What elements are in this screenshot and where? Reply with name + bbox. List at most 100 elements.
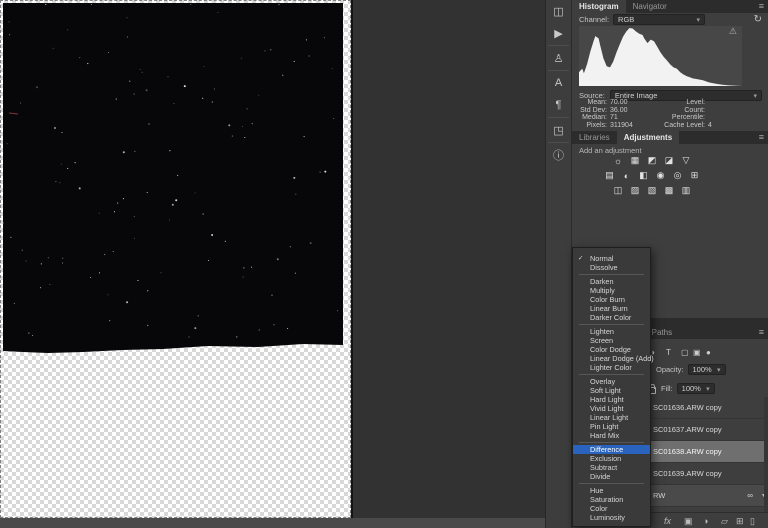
adjustment-layer-icon[interactable]: ◑ — [703, 515, 708, 527]
refresh-icon[interactable]: ↻ — [754, 14, 762, 25]
menu-item-hue[interactable]: Hue — [573, 486, 650, 495]
divider — [548, 142, 569, 143]
fill-select[interactable]: 100% ▾ — [676, 383, 715, 394]
paragraph-panel-icon[interactable]: ¶ — [546, 94, 571, 116]
3d-panel-icon[interactable]: ◳ — [546, 119, 571, 141]
menu-item-dissolve[interactable]: Dissolve — [573, 263, 650, 272]
stat-label: Mean: — [587, 99, 607, 106]
menu-item-difference[interactable]: Difference — [573, 445, 650, 454]
hue-saturation-icon[interactable]: ▤ — [604, 170, 616, 182]
selective-color-icon[interactable]: ▩ — [663, 185, 675, 197]
black-white-icon[interactable]: ◧ — [638, 170, 650, 182]
menu-item-exclusion[interactable]: Exclusion — [573, 454, 650, 463]
tool-presets-icon[interactable]: ◫ — [546, 0, 571, 22]
adjustment-icons: ☼ ▦ ◩ ◪ ▽ ▤ ◐ ◧ ◉ ◎ ⊞ ◫ ▨ ▧ ▩ ▥ — [572, 153, 732, 198]
menu-item-luminosity[interactable]: Luminosity — [573, 513, 650, 522]
color-balance-icon[interactable]: ◐ — [621, 170, 633, 182]
channel-mixer-icon[interactable]: ◎ — [672, 170, 684, 182]
document-canvas[interactable] — [0, 0, 353, 518]
menu-item-linear-burn[interactable]: Linear Burn — [573, 304, 650, 313]
actions-panel-icon[interactable]: ▶ — [546, 22, 571, 44]
filter-pin-icon[interactable]: ● — [706, 348, 711, 357]
menu-divider — [579, 324, 644, 325]
levels-icon[interactable]: ▦ — [629, 155, 641, 167]
exposure-icon[interactable]: ◪ — [663, 155, 675, 167]
menu-item-linear-light[interactable]: Linear Light — [573, 413, 650, 422]
menu-item-color[interactable]: Color — [573, 504, 650, 513]
channel-select[interactable]: RGB ▾ — [613, 14, 706, 25]
menu-divider — [579, 442, 644, 443]
stat-value — [708, 107, 765, 115]
menu-item-color-burn[interactable]: Color Burn — [573, 295, 650, 304]
menu-item-screen[interactable]: Screen — [573, 336, 650, 345]
warning-icon[interactable]: ⚠ — [729, 26, 737, 37]
menu-item-hard-light[interactable]: Hard Light — [573, 395, 650, 404]
menu-item-divide[interactable]: Divide — [573, 472, 650, 481]
threshold-icon[interactable]: ▧ — [646, 185, 658, 197]
delete-layer-icon[interactable]: ▯ — [750, 515, 755, 527]
layers-scrollbar[interactable] — [764, 397, 768, 512]
fill-label: Fill: — [661, 384, 673, 393]
link-badge-icon[interactable]: ∞ — [747, 491, 753, 500]
adjustment-icon-row: ◫ ▨ ▧ ▩ ▥ — [572, 183, 732, 198]
menu-item-lighter-color[interactable]: Lighter Color — [573, 363, 650, 372]
menu-item-darken[interactable]: Darken — [573, 277, 650, 286]
menu-item-linear-dodge-add[interactable]: Linear Dodge (Add) — [573, 354, 654, 363]
menu-item-soft-light[interactable]: Soft Light — [573, 386, 650, 395]
fill-row: Fill: 100% ▾ — [661, 383, 715, 394]
menu-item-hard-mix[interactable]: Hard Mix — [573, 431, 650, 440]
panel-menu-icon[interactable]: ≡ — [759, 0, 768, 13]
tab-navigator[interactable]: Navigator — [626, 0, 674, 13]
layer-mask-icon[interactable]: ▣ — [684, 515, 693, 527]
new-layer-icon[interactable]: ⊞ — [736, 515, 744, 527]
panel-menu-icon[interactable]: ≡ — [759, 326, 768, 339]
tab-histogram[interactable]: Histogram — [572, 0, 626, 13]
invert-icon[interactable]: ◫ — [612, 185, 624, 197]
color-lookup-icon[interactable]: ⊞ — [689, 170, 701, 182]
menu-item-saturation[interactable]: Saturation — [573, 495, 650, 504]
menu-item-pin-light[interactable]: Pin Light — [573, 422, 650, 431]
tab-adjustments[interactable]: Adjustments — [616, 131, 680, 144]
vibrance-icon[interactable]: ▽ — [680, 155, 692, 167]
stat-label: Median: — [582, 114, 607, 122]
stat-value — [708, 99, 765, 107]
menu-divider — [579, 374, 644, 375]
chevron-down-icon: ▾ — [706, 385, 710, 393]
stat-row: Pixels: 311904 Cache Level: 4 — [577, 122, 765, 130]
menu-item-color-dodge[interactable]: Color Dodge — [573, 345, 650, 354]
opacity-select[interactable]: 100% ▾ — [687, 364, 726, 375]
stat-label: Percentile: — [671, 114, 705, 122]
menu-item-overlay[interactable]: Overlay — [573, 377, 650, 386]
opacity-row: Opacity: 100% ▾ — [656, 364, 726, 375]
gradient-map-icon[interactable]: ▥ — [680, 185, 692, 197]
tab-libraries[interactable]: Libraries — [572, 131, 617, 144]
info-panel-icon[interactable]: ⓘ — [546, 144, 571, 166]
menu-item-subtract[interactable]: Subtract — [573, 463, 650, 472]
divider — [548, 45, 569, 46]
menu-item-lighten[interactable]: Lighten — [573, 327, 650, 336]
starry-sky-layer[interactable] — [3, 3, 343, 355]
group-layers-icon[interactable]: ▱ — [721, 515, 728, 527]
photo-filter-icon[interactable]: ◉ — [655, 170, 667, 182]
layer-name: SC01636.ARW copy — [653, 403, 722, 412]
menu-item-normal[interactable]: ✓ Normal — [573, 254, 650, 263]
clone-source-icon[interactable]: ♙ — [546, 47, 571, 69]
character-panel-icon[interactable]: A — [546, 72, 571, 94]
brightness-contrast-icon[interactable]: ☼ — [612, 155, 624, 167]
filter-smart-object-icon[interactable]: ▣ — [693, 348, 701, 357]
stat-value: 311904 — [610, 122, 633, 130]
tab-paths[interactable]: Paths — [648, 326, 676, 339]
filter-shape-icon[interactable]: ▢ — [681, 348, 689, 357]
menu-item-darker-color[interactable]: Darker Color — [573, 313, 650, 322]
histogram-tabbar: Histogram Navigator ≡ — [572, 0, 768, 13]
layer-effects-icon[interactable]: fx — [664, 515, 671, 527]
menu-item-multiply[interactable]: Multiply — [573, 286, 650, 295]
layer-name: SC01639.ARW copy — [653, 469, 722, 478]
posterize-icon[interactable]: ▨ — [629, 185, 641, 197]
filter-type-icon[interactable]: T — [666, 348, 671, 357]
menu-item-vivid-light[interactable]: Vivid Light — [573, 404, 650, 413]
curves-icon[interactable]: ◩ — [646, 155, 658, 167]
panel-menu-icon[interactable]: ≡ — [759, 131, 768, 144]
chevron-down-icon: ▾ — [696, 16, 701, 24]
stat-value: 36.00 — [610, 106, 628, 114]
